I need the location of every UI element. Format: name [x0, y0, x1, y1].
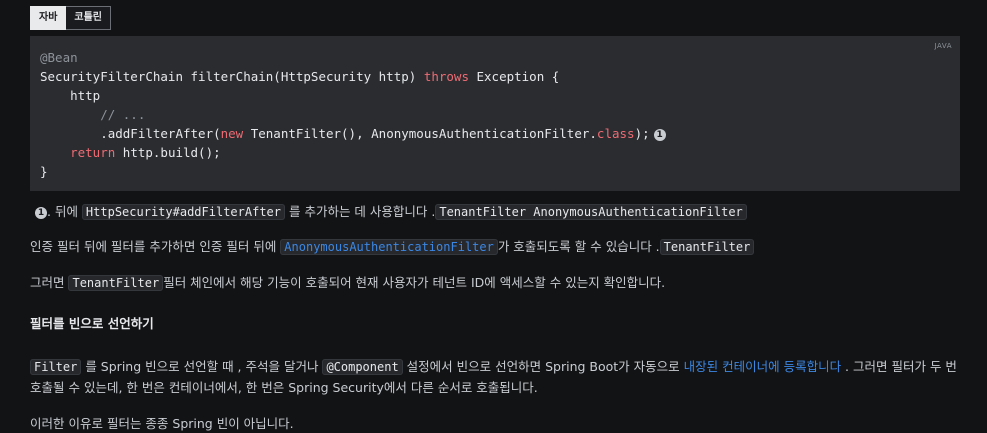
code-block: JAVA @Bean SecurityFilterChain filterCha…: [30, 36, 960, 191]
code-language-label: JAVA: [934, 42, 952, 50]
code-line-1: @Bean: [40, 50, 78, 65]
code-tenantfilter-anon: TenantFilter AnonymousAuthenticationFilt…: [435, 204, 747, 220]
embedded-container-link[interactable]: 내장된 컨테이너에 등록합니다: [684, 359, 841, 374]
callout-note: 1. 뒤에 HttpSecurity#addFilterAfter 를 추가하는…: [35, 201, 747, 220]
code-component: @Component: [322, 359, 403, 375]
section-heading: 필터를 빈으로 선언하기: [30, 316, 154, 331]
paragraph-3-line-2: 호출될 수 있는데, 한 번은 컨테이너에서, 한 번은 Spring Secu…: [30, 380, 538, 395]
tab-java[interactable]: 자바: [30, 6, 67, 30]
code-text: @Bean SecurityFilterChain filterChain(Ht…: [40, 48, 950, 181]
tab-kotlin[interactable]: 코틀린: [66, 6, 112, 30]
code-tenantfilter-2: TenantFilter: [68, 275, 164, 291]
code-filter: Filter: [30, 359, 82, 375]
code-anonymous-filter-link[interactable]: AnonymousAuthenticationFilter: [280, 239, 498, 255]
code-line-5: .addFilterAfter(new TenantFilter(), Anon…: [40, 126, 650, 141]
paragraph-1: 인증 필터 뒤에 필터를 추가하면 인증 필터 뒤에 AnonymousAuth…: [30, 236, 755, 255]
code-line-6: return http.build();: [70, 145, 221, 160]
paragraph-3-line-1: Filter 를 Spring 빈으로 선언할 때 , 주석을 달거나 @Com…: [30, 356, 957, 375]
code-tenantfilter: TenantFilter: [659, 239, 755, 255]
callout-1-icon: 1: [653, 128, 666, 141]
code-line-3: http: [40, 88, 101, 103]
code-line-4: // ...: [40, 107, 146, 122]
callout-1-marker-icon: 1: [35, 206, 47, 219]
paragraph-4: 이러한 이유로 필터는 종종 Spring 빈이 아닙니다.: [30, 416, 294, 431]
paragraph-2: 그러면 TenantFilter 필터 체인에서 해당 기능이 호출되어 현재 사…: [30, 275, 666, 291]
code-line-7: }: [40, 164, 48, 179]
code-line-2: SecurityFilterChain filterChain(HttpSecu…: [40, 69, 560, 84]
code-addfilterafter: HttpSecurity#addFilterAfter: [81, 204, 285, 220]
language-tabs: 자바 코틀린: [30, 6, 112, 30]
